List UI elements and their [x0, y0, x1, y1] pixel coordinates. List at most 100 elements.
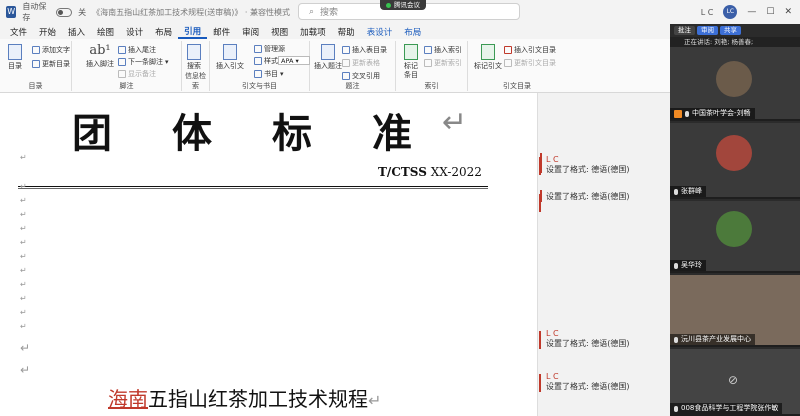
manage-sources-button[interactable]: 管理源 [254, 44, 285, 54]
close-icon[interactable]: ✕ [784, 7, 792, 17]
meeting-panel: 批注 审阅 共享 正在讲话: 刘艳; 杨善春; 中国茶叶学会-刘畅 张群峰 吴华… [670, 24, 800, 416]
revision-comment[interactable]: L C 设置了格式: 德语(德国) [538, 155, 629, 175]
paragraph-mark: ↵ [20, 363, 31, 377]
insert-footnote-button[interactable]: ab¹ 插入脚注 [86, 44, 114, 69]
mark-entry-button[interactable]: 标记条目 [402, 44, 420, 80]
camera-off-icon: ⊘ [728, 373, 739, 387]
revision-comment[interactable]: 设置了格式: 德语(德国) [538, 192, 629, 212]
research-search-label: 搜索 [187, 62, 201, 70]
citation-style-select[interactable]: APA ▾ [278, 56, 310, 65]
revision-author: L C [546, 155, 559, 164]
participant-name-text: 中国茶叶学会-刘畅 [692, 109, 751, 117]
mark-entry-label: 标记条目 [404, 62, 418, 79]
menu-tab[interactable]: 表设计 [361, 26, 399, 38]
menu-tab[interactable]: 设计 [120, 26, 149, 38]
menu-tab[interactable]: 帮助 [332, 26, 361, 38]
insert-index-icon [424, 46, 432, 54]
insert-caption-button[interactable]: 插入题注 [314, 44, 342, 71]
revision-comment[interactable]: L C 设置了格式: 德语(德国) [538, 372, 630, 392]
menu-tab[interactable]: 引用 [178, 25, 208, 39]
mic-icon [674, 336, 678, 343]
user-avatar[interactable]: LC [723, 5, 738, 19]
add-text-button[interactable]: 添加文字 [32, 45, 70, 55]
meeting-toolbar: 批注 审阅 共享 [670, 24, 800, 37]
next-footnote-button[interactable]: 下一条脚注 ▾ [118, 57, 169, 67]
update-toc-button[interactable]: 更新目录 [32, 59, 70, 69]
revision-text: 设置了格式: 德语(德国) [546, 382, 630, 391]
review-button[interactable]: 审阅 [697, 26, 718, 35]
cross-reference-button[interactable]: 交叉引用 [342, 71, 380, 81]
restore-icon[interactable]: ☐ [766, 7, 774, 17]
update-index-label: 更新索引 [434, 59, 462, 67]
minimize-icon[interactable]: — [747, 7, 756, 17]
autosave-toggle[interactable] [56, 7, 73, 17]
insert-citation-label: 插入引文 [216, 62, 244, 70]
toc-button[interactable]: 目录 [8, 44, 22, 71]
comment-button[interactable]: 批注 [674, 26, 695, 35]
search-icon: ⌕ [309, 6, 315, 17]
participant-name: 沅川县茶产业发展中心 [670, 334, 755, 345]
add-text-icon [32, 46, 40, 54]
update-index-button[interactable]: 更新索引 [424, 58, 462, 68]
paragraph-mark: ↵ [20, 322, 27, 331]
menu-tab[interactable]: 布局 [149, 26, 178, 38]
update-table-button[interactable]: 更新表格 [342, 58, 380, 68]
ribbon-group-index: 标记条目 插入索引 更新索引 索引 [396, 41, 468, 91]
menu-tab[interactable]: 文件 [4, 26, 33, 38]
insert-citation-icon [223, 44, 237, 60]
menu-tab[interactable]: 绘图 [91, 26, 120, 38]
bibliography-button[interactable]: 书目 ▾ [254, 69, 284, 79]
menu-tab[interactable]: 审阅 [236, 26, 265, 38]
insert-caption-label: 插入题注 [314, 62, 342, 70]
caption-group-label: 题注 [345, 82, 360, 90]
menu-tab[interactable]: 开始 [33, 26, 62, 38]
update-toa-button[interactable]: 更新引文目录 [504, 58, 556, 68]
revision-comment[interactable]: L C 设置了格式: 德语(德国) [538, 329, 629, 349]
markup-pane: L C 设置了格式: 德语(德国) 设置了格式: 德语(德国) L C 设置了格式:… [537, 93, 670, 416]
participant-name: 吴华玲 [670, 260, 706, 271]
menu-tab[interactable]: 布局 [398, 26, 427, 38]
participant-tile[interactable]: ⊘ 008食品科学与工程学院张作敏 [670, 349, 800, 416]
update-table-icon [342, 59, 350, 67]
participant-name: 008食品科学与工程学院张作敏 [670, 403, 783, 414]
host-icon [674, 109, 682, 118]
insert-endnote-button[interactable]: 插入尾注 [118, 45, 156, 55]
document-title: 《海南五指山红茶加工技术规程(送审稿)》 · 兼容性模式 [92, 7, 290, 17]
participant-tile[interactable]: 张群峰 [670, 123, 800, 199]
document-page[interactable]: 团 体 标 准 ↵ ↵ T/CTSS XX-2022 ↵ ↵ ↵ ↵ ↵ ↵ ↵… [0, 93, 537, 416]
participant-tile[interactable]: 吴华玲 [670, 201, 800, 273]
participant-name-text: 008食品科学与工程学院张作敏 [681, 404, 779, 412]
paragraph-mark: ↵ [20, 210, 27, 219]
insert-index-button[interactable]: 插入索引 [424, 45, 462, 55]
participant-tile[interactable]: 中国茶叶学会-刘畅 [670, 47, 800, 121]
research-search-icon [187, 44, 201, 60]
meeting-badge[interactable]: 腾讯会议 [380, 0, 426, 10]
menu-tab[interactable]: 插入 [62, 26, 91, 38]
title-char: 标 [272, 111, 312, 157]
mic-icon [674, 188, 678, 195]
toc-group-label: 目录 [28, 82, 43, 90]
menu-tab[interactable]: 视图 [265, 26, 294, 38]
mark-citation-button[interactable]: 标记引文 [474, 44, 502, 71]
divider-line [18, 188, 488, 189]
mark-citation-label: 标记引文 [474, 62, 502, 70]
share-button[interactable]: 共享 [720, 26, 741, 35]
insert-citation-button[interactable]: 插入引文 [216, 44, 244, 71]
menu-tab[interactable]: 邮件 [207, 26, 236, 38]
index-group-label: 索引 [424, 82, 439, 90]
chevron-down-icon: ▾ [165, 58, 169, 66]
bibliography-label: 书目 [264, 70, 278, 78]
update-table-label: 更新表格 [352, 59, 380, 67]
mic-icon [674, 405, 678, 412]
autosave-label: 自动保存 [22, 2, 47, 22]
add-text-label: 添加文字 [42, 46, 70, 54]
insert-toa-button[interactable]: 插入引文目录 [504, 45, 556, 55]
insert-table-of-figures-button[interactable]: 插入表目录 [342, 45, 387, 55]
cross-reference-label: 交叉引用 [352, 72, 380, 80]
participant-video-tile[interactable]: 沅川县茶产业发展中心 [670, 275, 800, 347]
participant-name-text: 张群峰 [681, 187, 702, 195]
menu-tab[interactable]: 加载项 [294, 26, 332, 38]
search-button[interactable]: 搜索 [187, 44, 201, 71]
show-notes-button[interactable]: 显示备注 [118, 69, 156, 79]
insert-table-of-figures-label: 插入表目录 [352, 46, 387, 54]
